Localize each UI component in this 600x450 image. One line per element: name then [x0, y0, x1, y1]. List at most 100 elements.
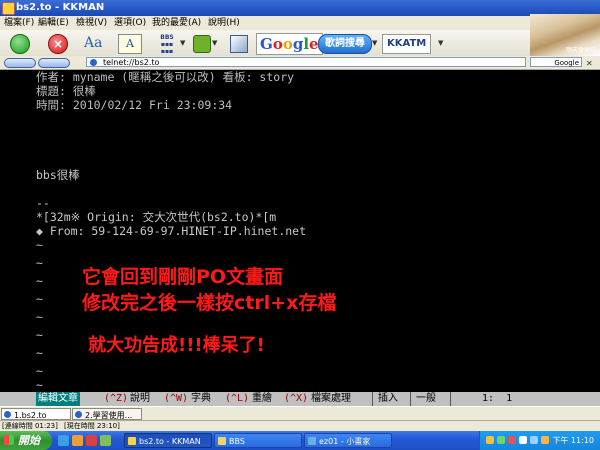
- address-url: telnet://bs2.to: [103, 58, 160, 67]
- tray-shield-icon[interactable]: [486, 436, 494, 444]
- tab-label: 1.bs2.to: [14, 411, 47, 420]
- menu-options[interactable]: 選項(O): [114, 16, 146, 30]
- kkman-status-bar: [連線時間 01:23] [現在時間 23:10]: [0, 420, 600, 431]
- package-icon[interactable]: [230, 35, 248, 53]
- taskbar-clock: 下午 11:10: [552, 436, 594, 445]
- windows-logo-icon: [4, 435, 14, 445]
- task-paint[interactable]: ez01 - 小畫家: [304, 433, 392, 448]
- folder-icon: [218, 437, 226, 445]
- go-icon[interactable]: [10, 34, 30, 54]
- tilde-line: ~: [36, 346, 43, 360]
- toolbar: × Aa A BBS ▪▪▪ ▪▪▪ ▼ ▼ Google 歌詞搜尋 ▼ KKATM…: [0, 30, 600, 57]
- menu-view[interactable]: 檢視(V): [76, 16, 107, 30]
- help-label: 說明: [130, 393, 150, 404]
- window-title-bar[interactable]: bs2.to - KKMAN: [0, 0, 600, 16]
- task-bbs-folder[interactable]: BBS: [214, 433, 302, 448]
- telnet-icon: [4, 411, 11, 418]
- tab-bs2[interactable]: 1.bs2.to: [1, 408, 71, 420]
- menu-file[interactable]: 檔案(F): [4, 16, 34, 30]
- globe-icon: [90, 59, 97, 66]
- task-label: BBS: [229, 437, 245, 446]
- annotation-line-3: 就大功告成!!!棒呆了!: [88, 335, 265, 356]
- tilde-line: ~: [36, 256, 43, 270]
- firefox-icon[interactable]: [72, 435, 83, 446]
- subject-line: 標題: 很棒: [36, 84, 96, 98]
- bbs-terminal[interactable]: 作者: myname (暱稱之後可以改) 看板: story 標題: 很棒 時間…: [0, 70, 600, 392]
- google-search-input[interactable]: Google: [530, 57, 582, 67]
- file-key: (^X): [284, 393, 309, 404]
- status-divider: [410, 392, 411, 406]
- font-size-icon[interactable]: Aa: [84, 33, 102, 53]
- menu-edit[interactable]: 編輯(E): [38, 16, 69, 30]
- help-key: (^Z): [104, 393, 129, 404]
- text-kind: 一般: [416, 393, 436, 404]
- tray-volume-icon[interactable]: [519, 436, 527, 444]
- post-body: bbs很棒: [36, 168, 80, 182]
- tab-label: 2.學習使用...: [85, 411, 133, 420]
- file-label: 檔案處理: [311, 393, 351, 404]
- tilde-line: ~: [36, 238, 43, 252]
- task-label: ez01 - 小畫家: [319, 437, 371, 446]
- stop-icon[interactable]: ×: [48, 34, 68, 54]
- connect-time: [連線時間 01:23]: [2, 422, 58, 430]
- tray-network-icon[interactable]: [497, 436, 505, 444]
- start-button[interactable]: 開始: [0, 431, 52, 450]
- status-divider: [450, 392, 451, 406]
- forward-pill-icon[interactable]: [38, 58, 70, 68]
- redraw-key: (^L): [225, 393, 250, 404]
- redraw-label: 重繪: [252, 393, 272, 404]
- task-label: bs2.to - KKMAN: [139, 437, 201, 446]
- web-icon: [75, 411, 82, 418]
- tilde-line: ~: [36, 328, 43, 342]
- from-line: ◆ From: 59-124-69-97.HINET-IP.hinet.net: [36, 224, 307, 238]
- kkman-icon: [128, 437, 136, 445]
- paint-icon: [308, 437, 316, 445]
- annotation-line-1: 它會回到剛剛PO文畫面: [82, 266, 284, 288]
- author-line: 作者: myname (暱稱之後可以改) 看板: story: [36, 70, 295, 84]
- start-label: 開始: [18, 434, 40, 447]
- editor-status-bar: 編輯文章 (^Z) 說明 (^W) 字典 (^L) 重繪 (^X) 檔案處理 插…: [0, 392, 600, 406]
- address-bar: telnet://bs2.to Google ✕: [0, 56, 600, 70]
- bbs-icon[interactable]: BBS ▪▪▪ ▪▪▪: [154, 34, 180, 55]
- system-tray: 下午 11:10: [479, 431, 600, 450]
- windows-taskbar: 開始 bs2.to - KKMAN BBS ez01 - 小畫家 下午 11:1…: [0, 431, 600, 450]
- tilde-line: ~: [36, 310, 43, 324]
- kkman-app-icon: [2, 2, 15, 15]
- google-button[interactable]: Google: [256, 33, 323, 55]
- tilde-line: ~: [36, 378, 43, 392]
- back-pill-icon[interactable]: [4, 58, 36, 68]
- dict-key: (^W): [164, 393, 189, 404]
- tray-ime-icon[interactable]: [530, 436, 538, 444]
- close-icon[interactable]: ✕: [586, 57, 593, 70]
- origin-line: *[32m※ Origin: 交大次世代(bs2.to)*[m: [36, 210, 277, 224]
- time-line: 時間: 2010/02/12 Fri 23:09:34: [36, 98, 233, 112]
- task-kkman[interactable]: bs2.to - KKMAN: [124, 433, 212, 448]
- desktop-icon[interactable]: [100, 435, 111, 446]
- status-divider: [372, 392, 373, 406]
- session-tabs: 1.bs2.to 2.學習使用...: [0, 406, 600, 421]
- media-icon[interactable]: [86, 435, 97, 446]
- cursor-position: 1: 1: [482, 393, 513, 404]
- text-box-icon[interactable]: A: [118, 34, 142, 54]
- tray-app-icon[interactable]: [541, 436, 549, 444]
- ie-icon[interactable]: [58, 435, 69, 446]
- menu-help[interactable]: 說明(H): [208, 16, 240, 30]
- bbs-label: BBS: [160, 34, 174, 41]
- tray-antivirus-icon[interactable]: [508, 436, 516, 444]
- tilde-line: ~: [36, 292, 43, 306]
- edit-mode-label: 編輯文章: [36, 392, 80, 406]
- menu-favorites[interactable]: 我的最愛(A): [152, 16, 201, 30]
- tilde-line: ~: [36, 364, 43, 378]
- tab-learning[interactable]: 2.學習使用...: [72, 408, 142, 420]
- lyric-search-button[interactable]: 歌詞搜尋: [318, 34, 372, 54]
- signature-dash: --: [36, 196, 50, 210]
- plugin-icon[interactable]: [193, 35, 211, 53]
- photo-caption: 明天會更好: [565, 47, 596, 54]
- insert-mode: 插入: [378, 393, 398, 404]
- current-time: [現在時間 23:10]: [64, 422, 120, 430]
- kkatm-button[interactable]: KKATM: [382, 34, 432, 54]
- google-search-label: Google: [554, 59, 579, 67]
- window-title: bs2.to - KKMAN: [16, 2, 105, 13]
- dict-label: 字典: [191, 393, 211, 404]
- address-input[interactable]: telnet://bs2.to: [86, 57, 526, 67]
